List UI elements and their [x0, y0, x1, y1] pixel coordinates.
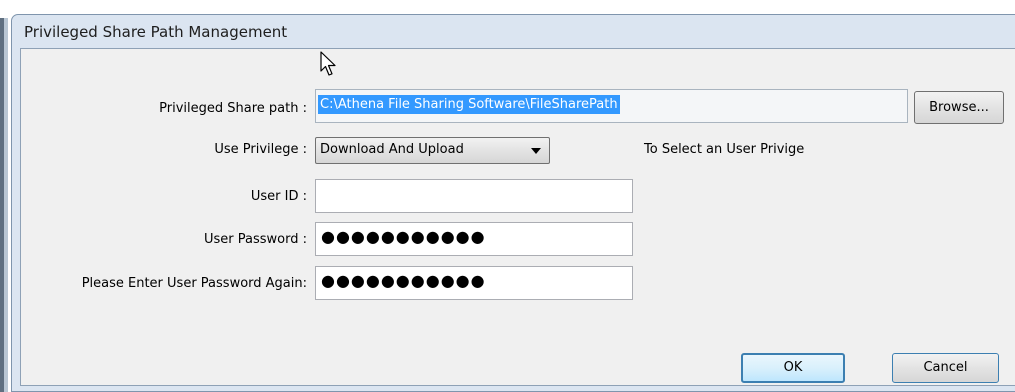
dialog-client-area: Privileged Share path : C:\Athena File S… — [20, 48, 1015, 386]
privilege-select[interactable]: Download And Upload — [315, 137, 550, 164]
password-again-label: Please Enter User Password Again: — [81, 276, 307, 291]
privilege-label: Use Privilege : — [214, 142, 307, 157]
privilege-selected-value: Download And Upload — [320, 142, 464, 157]
password-label: User Password : — [204, 232, 307, 247]
background-window-edge-inner — [4, 18, 8, 392]
password-again-input[interactable]: ●●●●●●●●●●● — [315, 266, 633, 300]
browse-button[interactable]: Browse... — [914, 91, 1004, 124]
password-again-mask: ●●●●●●●●●●● — [321, 271, 486, 290]
password-mask: ●●●●●●●●●●● — [321, 227, 486, 246]
privilege-hint: To Select an User Privige — [644, 142, 805, 157]
mouse-pointer-icon — [320, 51, 336, 76]
dialog-title: Privileged Share Path Management — [24, 23, 288, 41]
password-input[interactable]: ●●●●●●●●●●● — [315, 222, 633, 256]
cancel-button[interactable]: Cancel — [892, 353, 999, 383]
share-path-input[interactable]: C:\Athena File Sharing Software\FileShar… — [315, 89, 908, 123]
share-path-value: C:\Athena File Sharing Software\FileShar… — [318, 95, 620, 114]
ok-button[interactable]: OK — [741, 353, 845, 383]
user-id-input[interactable] — [315, 179, 633, 213]
user-id-label: User ID : — [250, 189, 307, 204]
privileged-share-path-dialog: Privileged Share Path Management Privile… — [11, 14, 1015, 392]
share-path-label: Privileged Share path : — [159, 101, 307, 116]
dropdown-arrow-icon — [531, 148, 541, 154]
